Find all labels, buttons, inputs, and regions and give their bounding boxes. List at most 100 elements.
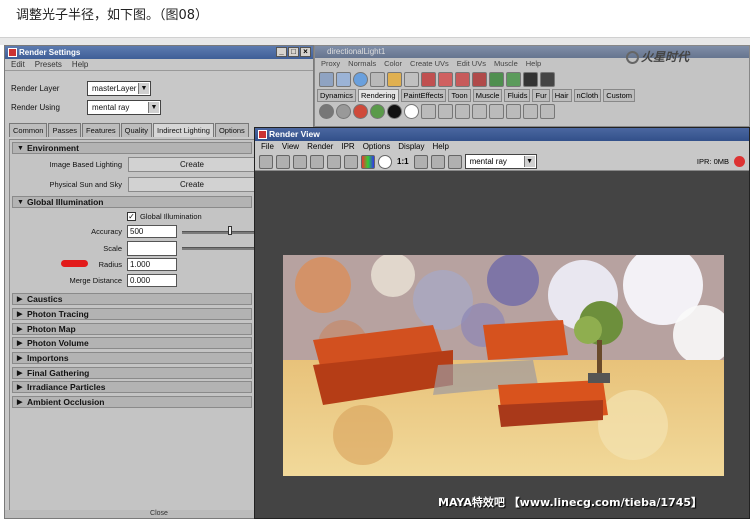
shelf-tab-dynamics[interactable]: Dynamics xyxy=(317,89,356,102)
section-caustics[interactable]: ▶ Caustics xyxy=(12,293,252,305)
snapshot-icon[interactable] xyxy=(293,154,307,169)
shelf-tab-custom[interactable]: Custom xyxy=(603,89,636,102)
section-environment[interactable]: ▼ Environment xyxy=(12,142,252,154)
texture-icon[interactable] xyxy=(472,103,487,119)
magnet-red-icon[interactable] xyxy=(472,71,487,87)
magnet-icon[interactable] xyxy=(387,71,402,87)
section-photon-map[interactable]: ▶ Photon Map xyxy=(12,323,252,335)
menu-normals[interactable]: Normals xyxy=(348,58,376,69)
refresh-icon[interactable] xyxy=(327,154,341,169)
channels-icon[interactable] xyxy=(344,154,358,169)
rv-menu-display[interactable]: Display xyxy=(398,141,424,153)
ratio-button[interactable]: 1:1 xyxy=(397,157,409,166)
tab-common[interactable]: Common xyxy=(9,123,48,137)
clapper-icon[interactable] xyxy=(540,71,555,87)
texture-icon[interactable] xyxy=(489,103,504,119)
shader-ball-icon[interactable] xyxy=(370,103,385,119)
tab-options[interactable]: Options xyxy=(214,123,249,137)
shelf-tab-fluids[interactable]: Fluids xyxy=(504,89,531,102)
merge-distance-field[interactable]: 0.000 xyxy=(127,274,177,287)
menu-proxy[interactable]: Proxy xyxy=(321,58,340,69)
section-final-gathering[interactable]: ▶ Final Gathering xyxy=(12,367,252,379)
render-layer-select[interactable]: masterLayer ▼ xyxy=(87,81,151,96)
rv-menu-view[interactable]: View xyxy=(282,141,299,153)
texture-icon[interactable] xyxy=(506,103,521,119)
shelf-tab-hair[interactable]: Hair xyxy=(551,89,572,102)
ipr-stop-icon[interactable] xyxy=(734,156,745,167)
menu-presets[interactable]: Presets xyxy=(35,59,62,70)
section-photon-volume[interactable]: ▶ Photon Volume xyxy=(12,337,252,349)
texture-icon[interactable] xyxy=(421,103,436,119)
alpha-channel-icon[interactable] xyxy=(378,154,392,169)
menu-edit[interactable]: Edit xyxy=(11,59,25,70)
section-irradiance-particles[interactable]: ▶ Irradiance Particles xyxy=(12,381,252,393)
select-tool-icon[interactable] xyxy=(319,71,334,87)
texture-icon[interactable] xyxy=(540,103,555,119)
shelf-tab-fur[interactable]: Fur xyxy=(532,89,550,102)
accuracy-slider-thumb[interactable] xyxy=(228,226,232,235)
texture-icon[interactable] xyxy=(455,103,470,119)
menu-muscle[interactable]: Muscle xyxy=(494,58,518,69)
scale-swatch[interactable] xyxy=(127,241,177,256)
section-photon-tracing[interactable]: ▶ Photon Tracing xyxy=(12,308,252,320)
menu-edit-uvs[interactable]: Edit UVs xyxy=(457,58,486,69)
move-tool-icon[interactable] xyxy=(336,71,351,87)
rgb-channels-icon[interactable] xyxy=(361,154,375,169)
rv-menu-options[interactable]: Options xyxy=(363,141,391,153)
accuracy-field[interactable]: 500 xyxy=(127,225,177,238)
keep-image-icon[interactable] xyxy=(413,154,428,169)
tab-features[interactable]: Features xyxy=(82,123,120,137)
section-global-illumination[interactable]: ▼ Global Illumination xyxy=(12,196,252,208)
menu-help[interactable]: Help xyxy=(72,59,88,70)
render-settings-titlebar[interactable]: Render Settings _ □ × xyxy=(5,46,313,59)
texture-icon[interactable] xyxy=(438,103,453,119)
menu-create-uvs[interactable]: Create UVs xyxy=(410,58,449,69)
close-icon[interactable]: × xyxy=(300,47,311,57)
rv-menu-help[interactable]: Help xyxy=(433,141,449,153)
panel-icon[interactable] xyxy=(489,71,504,87)
render-region-icon[interactable] xyxy=(276,154,290,169)
shelf-tab-painteffects[interactable]: PaintEffects xyxy=(400,89,447,102)
shelf-tab-toon[interactable]: Toon xyxy=(448,89,471,102)
rv-menu-ipr[interactable]: IPR xyxy=(341,141,354,153)
shader-ball-icon[interactable] xyxy=(319,103,334,119)
shader-ball-icon[interactable] xyxy=(353,103,368,119)
accuracy-slider[interactable] xyxy=(182,231,256,234)
clapper-icon[interactable] xyxy=(523,71,538,87)
texture-icon[interactable] xyxy=(523,103,538,119)
section-importons[interactable]: ▶ Importons xyxy=(12,352,252,364)
rv-menu-file[interactable]: File xyxy=(261,141,274,153)
history-icon[interactable] xyxy=(404,71,419,87)
shader-ball-icon[interactable] xyxy=(387,103,402,119)
sphere-icon[interactable] xyxy=(353,71,368,87)
shader-ball-icon[interactable] xyxy=(404,103,419,119)
render-view-titlebar[interactable]: Render View xyxy=(255,128,749,141)
render-icon[interactable] xyxy=(421,71,436,87)
magnet-red-icon[interactable] xyxy=(438,71,453,87)
panel-icon[interactable] xyxy=(506,71,521,87)
render-frame-icon[interactable] xyxy=(259,154,273,169)
renderer-select[interactable]: mental ray ▼ xyxy=(464,154,537,169)
menu-help[interactable]: Help xyxy=(526,58,541,69)
gi-checkbox[interactable]: ✓ xyxy=(127,212,136,221)
render-using-select[interactable]: mental ray ▼ xyxy=(87,100,161,115)
shelf-tab-ncloth[interactable]: nCloth xyxy=(573,89,602,102)
shader-ball-icon[interactable] xyxy=(336,103,351,119)
shelf-tab-muscle[interactable]: Muscle xyxy=(472,89,503,102)
remove-image-icon[interactable] xyxy=(430,154,445,169)
radius-field[interactable]: 1.000 xyxy=(127,258,177,271)
camera-attr-icon[interactable] xyxy=(447,154,462,169)
section-ambient-occlusion[interactable]: ▶ Ambient Occlusion xyxy=(12,396,252,408)
ipr-render-icon[interactable] xyxy=(310,154,324,169)
menu-color[interactable]: Color xyxy=(384,58,402,69)
maximize-icon[interactable]: □ xyxy=(288,47,299,57)
snap-icon[interactable] xyxy=(370,71,385,87)
tab-indirect-lighting[interactable]: Indirect Lighting xyxy=(153,123,214,137)
tab-quality[interactable]: Quality xyxy=(120,123,152,137)
magnet-red-icon[interactable] xyxy=(455,71,470,87)
rv-menu-render[interactable]: Render xyxy=(307,141,333,153)
ibl-create-button[interactable]: Create xyxy=(128,157,256,172)
scale-slider[interactable] xyxy=(182,247,256,250)
tab-passes[interactable]: Passes xyxy=(48,123,82,137)
shelf-tab-rendering[interactable]: Rendering xyxy=(357,89,399,102)
